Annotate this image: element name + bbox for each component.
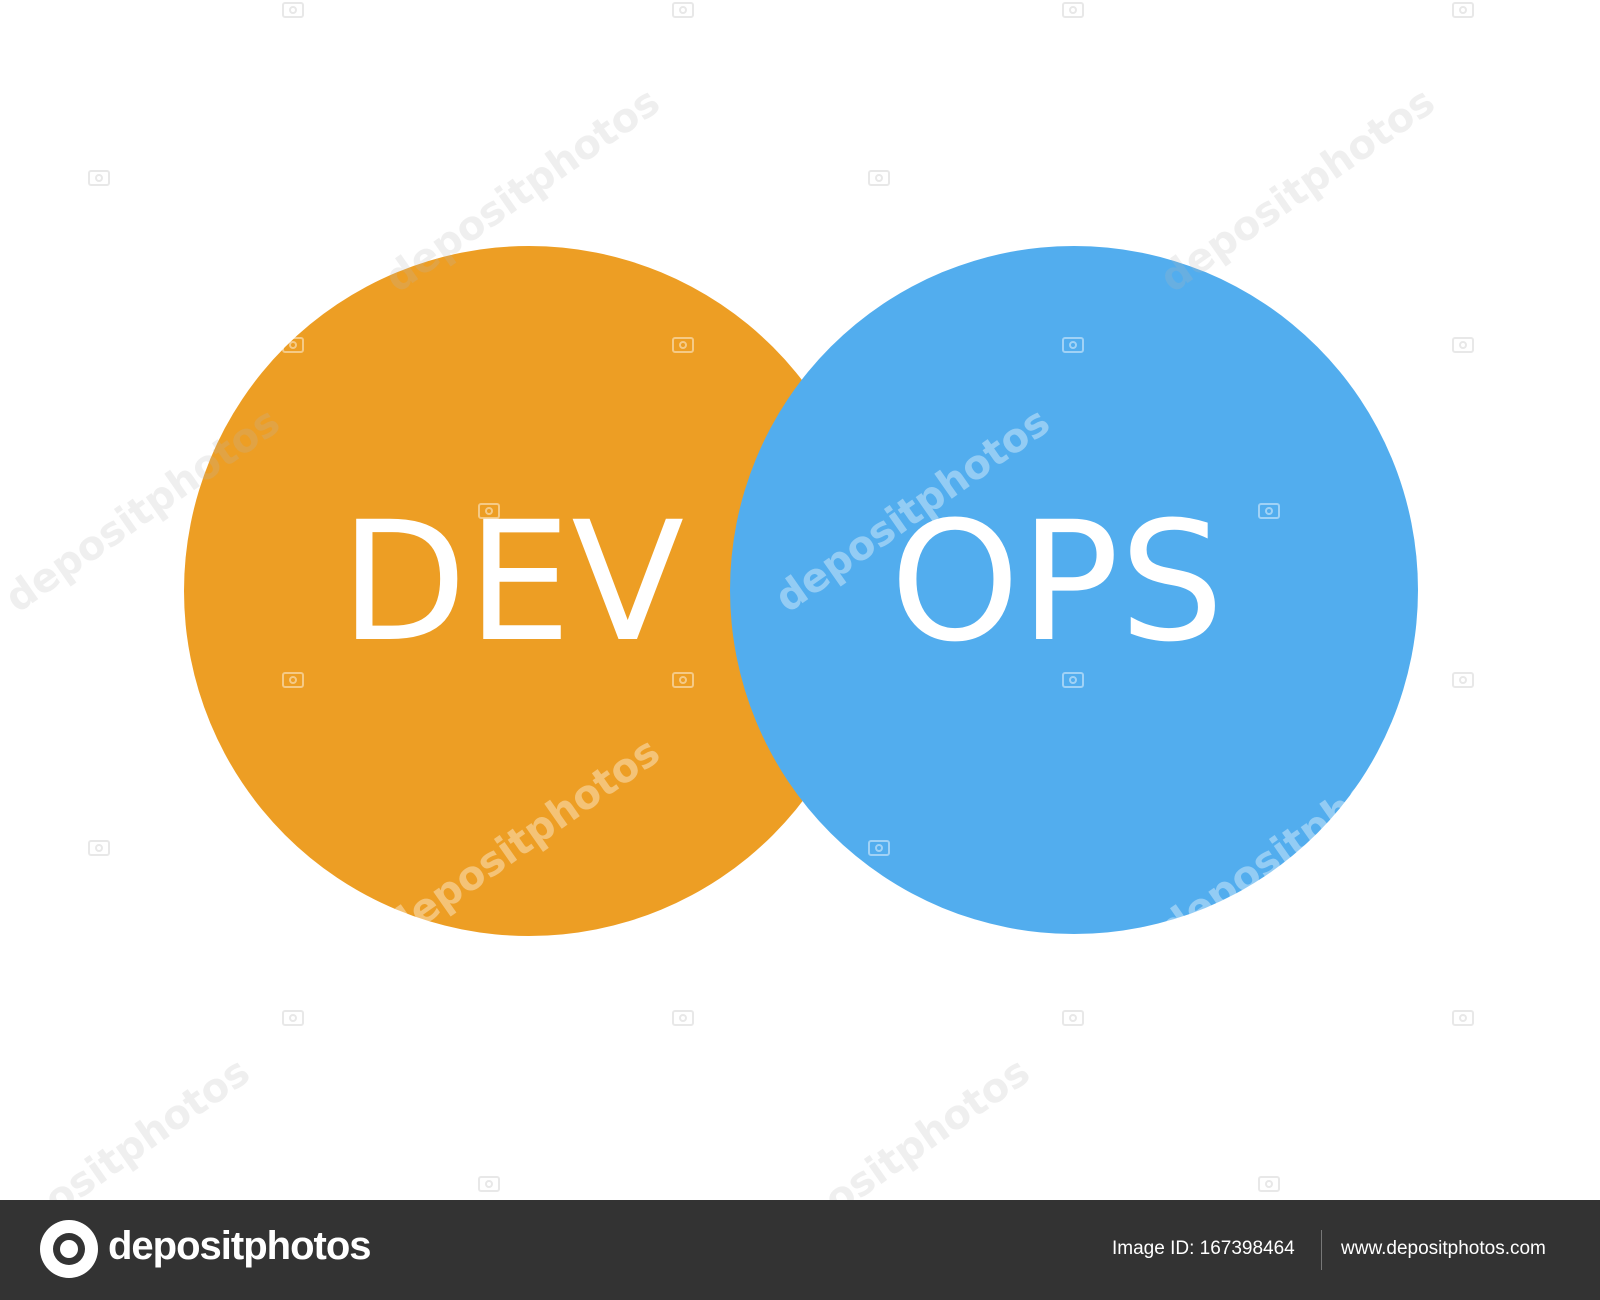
camera-icon: [282, 1010, 304, 1026]
camera-icon: [88, 170, 110, 186]
footer-divider: [1321, 1230, 1322, 1270]
camera-icon: [478, 1176, 500, 1192]
depositphotos-logo-icon: [40, 1220, 98, 1278]
camera-icon: [672, 1010, 694, 1026]
camera-icon: [88, 840, 110, 856]
brand-name: depositphotos: [108, 1224, 372, 1268]
camera-icon: [1452, 2, 1474, 18]
camera-icon: [1062, 1010, 1084, 1026]
camera-icon: [282, 2, 304, 18]
image-id: Image ID: 167398464: [1112, 1238, 1295, 1259]
camera-icon: [1452, 672, 1474, 688]
camera-icon: [672, 2, 694, 18]
ops-label: OPS: [890, 486, 1225, 678]
site-url: www.depositphotos.com: [1341, 1238, 1546, 1259]
stock-image: DEV OPS depositphotos depositphotos depo…: [0, 0, 1600, 1300]
camera-icon: [1452, 1010, 1474, 1026]
camera-icon: [1258, 1176, 1280, 1192]
camera-icon: [1062, 2, 1084, 18]
dev-label: DEV: [340, 486, 685, 678]
camera-icon: [868, 170, 890, 186]
footer-bar: depositphotos Image ID: 167398464 www.de…: [0, 1200, 1600, 1300]
camera-icon: [1452, 337, 1474, 353]
